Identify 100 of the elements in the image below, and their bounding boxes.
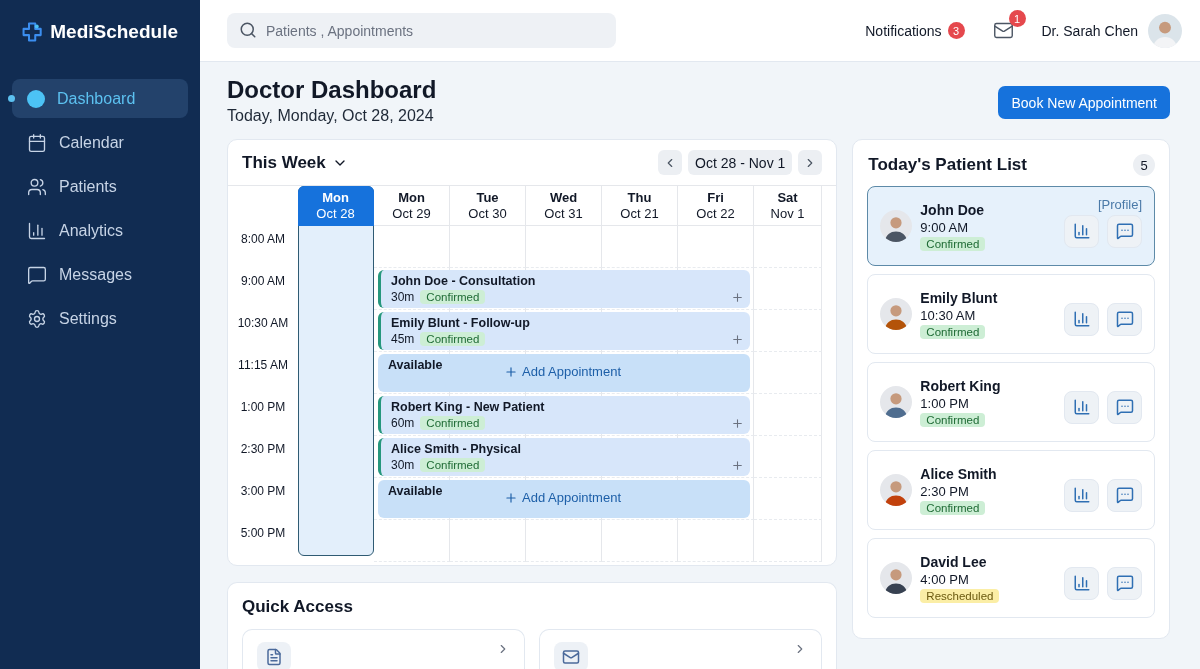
day-header[interactable]: Fri Oct 22 [678, 186, 754, 226]
patient-card[interactable]: Alice Smith 2:30 PM Confirmed [867, 450, 1155, 530]
document-icon [265, 648, 283, 666]
bar-chart-icon [1072, 222, 1091, 240]
settings-icon [27, 308, 47, 329]
notifications-button[interactable]: Notifications 3 [865, 22, 965, 39]
time-slot-cell [754, 310, 822, 352]
add-button[interactable] [731, 417, 744, 430]
user-name: Dr. Sarah Chen [1041, 22, 1138, 39]
time-label: 10:30 AM [236, 315, 290, 332]
patient-card[interactable]: David Lee 4:00 PM Rescheduled [867, 538, 1155, 618]
status-tag: Confirmed [420, 290, 486, 304]
appointment-block[interactable]: Robert King - New Patient 60m Confirmed [378, 396, 750, 434]
appointment-block[interactable]: Emily Blunt - Follow-up 45m Confirmed [378, 312, 750, 350]
notification-count: 3 [947, 22, 965, 39]
appointment-time: 2:30 PM [920, 483, 969, 499]
appointment-block[interactable]: Alice Smith - Physical 30m Confirmed [378, 438, 750, 476]
chat-bubble-icon [1115, 398, 1134, 416]
chart-button[interactable] [1064, 566, 1099, 600]
patient-avatar [880, 562, 913, 594]
chart-button[interactable] [1064, 478, 1099, 512]
next-button[interactable] [798, 150, 823, 175]
patient-name: Emily Blunt [920, 289, 998, 306]
bar-chart-icon [27, 220, 47, 241]
mail-count: 1 [1008, 10, 1026, 27]
section-title: Quick Access [242, 597, 354, 617]
quick-access-tile[interactable] [539, 629, 823, 669]
add-button[interactable] [731, 459, 744, 472]
time-slot-cell [754, 226, 822, 268]
day-header[interactable]: Mon Oct 28 [298, 186, 374, 226]
patient-name: John Doe [920, 201, 985, 218]
bar-chart-icon [1072, 398, 1091, 416]
patient-name: David Lee [920, 553, 987, 570]
chart-button[interactable] [1064, 302, 1099, 336]
day-header[interactable]: Tue Oct 30 [450, 186, 526, 226]
time-label: 5:00 PM [239, 525, 287, 542]
patient-name: Robert King [920, 377, 1001, 394]
quick-access-tile[interactable] [242, 629, 526, 669]
plus-icon [731, 459, 744, 472]
profile-link[interactable]: [Profile] [1097, 197, 1142, 212]
patient-card[interactable]: John Doe 9:00 AM Confirmed [Profile] [867, 186, 1155, 266]
message-button[interactable] [1107, 214, 1142, 248]
time-slot-cell [754, 268, 822, 310]
add-appointment-link[interactable]: Add Appointment [504, 490, 622, 505]
nav-item[interactable]: Calendar [12, 123, 188, 162]
book-appointment-button[interactable]: Book New Appointment [998, 86, 1170, 119]
cross-logo-icon [22, 19, 43, 45]
appointment-time: 10:30 AM [920, 307, 976, 323]
appointment-time: 9:00 AM [920, 219, 969, 235]
status-tag: Confirmed [920, 412, 986, 427]
day-header[interactable]: Thu Oct 21 [602, 186, 678, 226]
chart-button[interactable] [1064, 214, 1099, 248]
patient-avatar [880, 386, 913, 418]
nav-item[interactable]: Analytics [12, 211, 188, 250]
view-dropdown[interactable]: This Week [242, 152, 348, 173]
available-label: Available [388, 358, 443, 372]
message-button[interactable] [1107, 478, 1142, 512]
available-slot[interactable]: Available Add Appointment [378, 480, 750, 518]
nav-item[interactable]: Patients [12, 167, 188, 206]
patient-avatar [880, 474, 913, 506]
day-header[interactable]: Mon Oct 29 [374, 186, 450, 226]
day-header[interactable]: Wed Oct 31 [526, 186, 602, 226]
duration-text: 60m [391, 416, 415, 430]
time-slot-cell [754, 394, 822, 436]
add-button[interactable] [731, 333, 744, 346]
chat-bubble-icon [1115, 574, 1134, 592]
search-field[interactable]: Patients , Appointments [227, 13, 616, 48]
status-tag: Confirmed [420, 458, 486, 472]
add-appointment-link[interactable]: Add Appointment [504, 364, 622, 379]
message-button[interactable] [1107, 302, 1142, 336]
nav-item[interactable]: Settings [12, 299, 188, 338]
patient-card[interactable]: Robert King 1:00 PM Confirmed [867, 362, 1155, 442]
status-tag: Confirmed [420, 332, 486, 346]
available-label: Available [388, 484, 443, 498]
duration-text: 45m [391, 332, 415, 346]
date-range-button[interactable]: Oct 28 - Nov 1 [688, 150, 793, 175]
time-slot-cell [754, 520, 822, 562]
page-subtitle: Today, Monday, Oct 28, 2024 [227, 107, 435, 125]
circle-icon [27, 89, 45, 108]
available-slot[interactable]: Available Add Appointment [378, 354, 750, 392]
previous-button[interactable] [658, 150, 683, 175]
duration-text: 30m [391, 458, 415, 472]
patient-count: 5 [1133, 154, 1155, 176]
add-button[interactable] [731, 291, 744, 304]
brand-name: MediSchedule [50, 21, 178, 43]
message-button[interactable] [1107, 566, 1142, 600]
plus-icon [731, 417, 744, 430]
time-label: 2:30 PM [239, 441, 287, 458]
nav-item[interactable]: Messages [12, 255, 188, 294]
time-slot-cell [754, 436, 822, 478]
status-tag: Rescheduled [920, 588, 1000, 603]
appointment-block[interactable]: John Doe - Consultation 30m Confirmed [378, 270, 750, 308]
message-button[interactable] [1107, 390, 1142, 424]
chart-button[interactable] [1064, 390, 1099, 424]
time-label: 8:00 AM [240, 231, 286, 248]
time-label: 3:00 PM [239, 483, 287, 500]
people-icon [27, 176, 47, 197]
patient-card[interactable]: Emily Blunt 10:30 AM Confirmed [867, 274, 1155, 354]
day-header[interactable]: Sat Nov 1 [754, 186, 822, 226]
plus-icon [504, 490, 518, 505]
